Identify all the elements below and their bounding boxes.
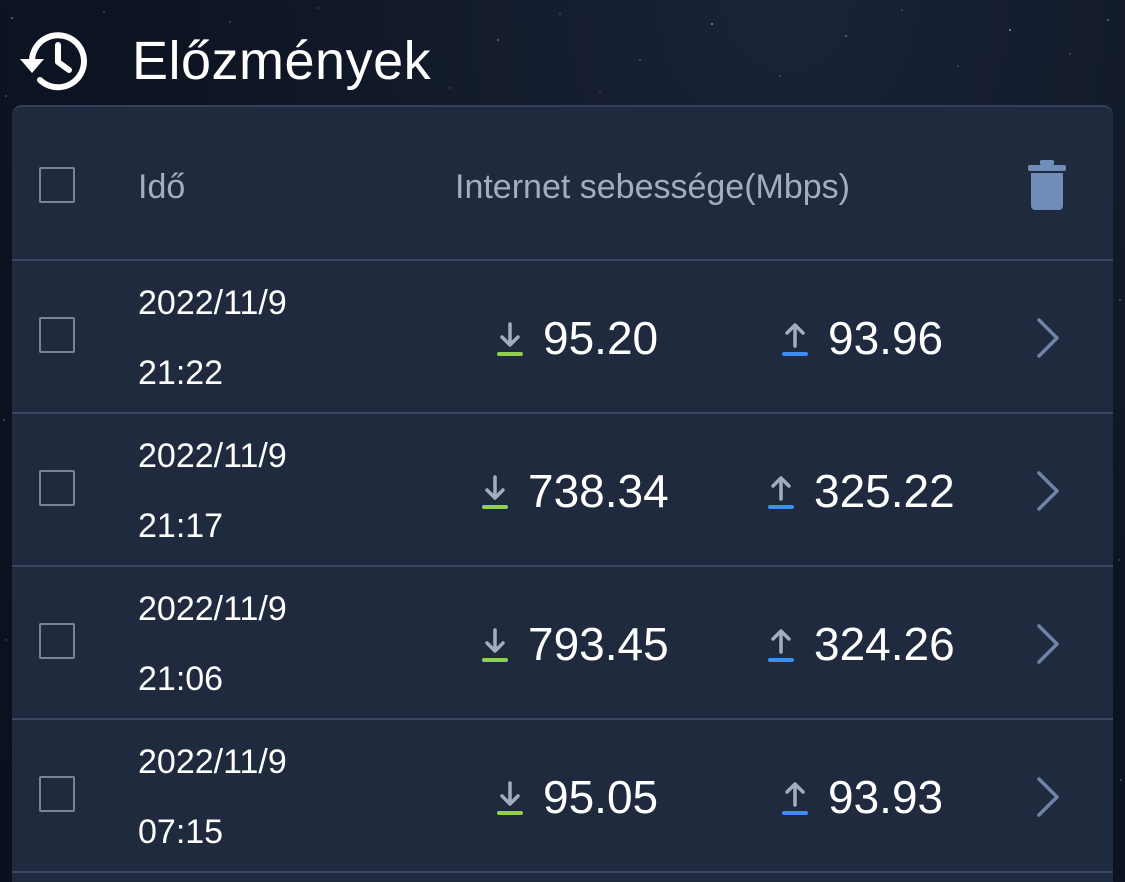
row-time: 21:06 <box>138 660 224 698</box>
chevron-right-icon[interactable] <box>1036 317 1060 359</box>
row-checkbox[interactable] <box>39 470 75 506</box>
select-all-checkbox[interactable] <box>39 167 75 203</box>
upload-speed: 93.96 <box>780 311 943 365</box>
row-time: 21:22 <box>138 354 224 392</box>
download-value: 793.45 <box>528 618 669 670</box>
download-value: 738.34 <box>528 465 669 517</box>
upload-arrow-icon <box>768 629 794 662</box>
row-date: 2022/11/9 <box>138 284 287 322</box>
upload-speed: 325.22 <box>766 464 955 518</box>
row-checkbox[interactable] <box>39 776 75 812</box>
upload-arrow-icon <box>768 476 794 509</box>
column-header-speed: Internet sebessége(Mbps) <box>455 168 850 206</box>
download-arrow-icon <box>482 475 508 509</box>
table-row[interactable]: 2022/11/9 21:17 738.34 325.22 <box>12 414 1113 567</box>
chevron-right-icon[interactable] <box>1036 623 1060 665</box>
download-value: 95.20 <box>543 312 659 364</box>
table-header: Idő Internet sebessége(Mbps) <box>12 107 1113 261</box>
download-speed: 738.34 <box>480 464 669 518</box>
row-date: 2022/11/9 <box>138 590 287 628</box>
upload-value: 93.96 <box>828 312 944 364</box>
upload-value: 325.22 <box>814 465 955 517</box>
trash-icon[interactable] <box>1028 160 1066 210</box>
download-arrow-icon <box>482 628 508 662</box>
download-value: 95.05 <box>543 771 659 823</box>
upload-arrow-icon <box>782 782 808 815</box>
row-time: 21:17 <box>138 507 224 545</box>
chevron-right-icon[interactable] <box>1036 470 1060 512</box>
page-title: Előzmények <box>132 31 432 91</box>
table-row[interactable]: 2022/11/9 21:06 793.45 324.26 <box>12 567 1113 720</box>
upload-speed: 93.93 <box>780 770 943 824</box>
table-row[interactable]: 2022/11/9 21:22 95.20 93.96 <box>12 261 1113 414</box>
row-date: 2022/11/9 <box>138 437 287 475</box>
row-date: 2022/11/9 <box>138 743 287 781</box>
row-checkbox[interactable] <box>39 623 75 659</box>
row-time: 07:15 <box>138 813 224 851</box>
page-header: Előzmények <box>0 0 1125 105</box>
history-table: Idő Internet sebessége(Mbps) 2022/11/9 2… <box>12 105 1113 882</box>
upload-speed: 324.26 <box>766 617 955 671</box>
upload-value: 93.93 <box>828 771 944 823</box>
download-speed: 95.05 <box>495 770 658 824</box>
download-speed: 95.20 <box>495 311 658 365</box>
chevron-right-icon[interactable] <box>1036 776 1060 818</box>
download-speed: 793.45 <box>480 617 669 671</box>
upload-value: 324.26 <box>814 618 955 670</box>
table-row[interactable]: 2022/11/9 07:15 95.05 93.93 <box>12 720 1113 873</box>
download-arrow-icon <box>497 781 523 815</box>
download-arrow-icon <box>497 322 523 356</box>
history-icon <box>20 32 87 91</box>
row-checkbox[interactable] <box>39 317 75 353</box>
column-header-time: Idő <box>138 168 186 206</box>
upload-arrow-icon <box>782 323 808 356</box>
